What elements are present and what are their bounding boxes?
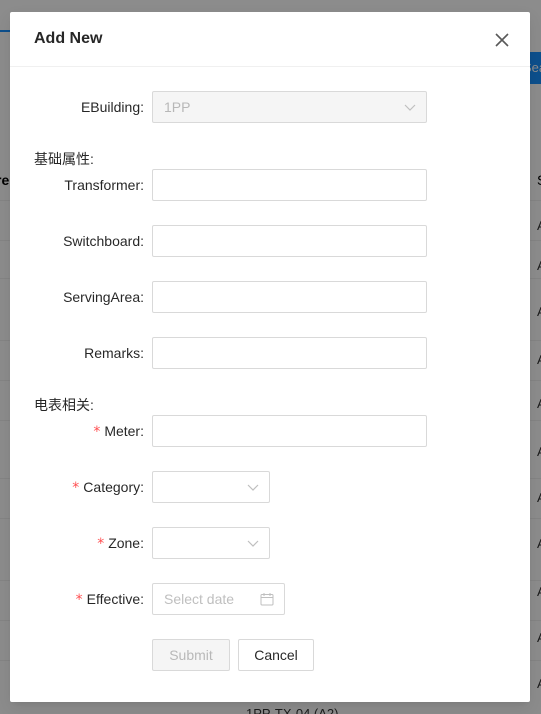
modal-title: Add New xyxy=(34,30,103,47)
section-basic-attributes: 基础属性: xyxy=(34,151,94,167)
switchboard-input[interactable] xyxy=(152,225,427,257)
serving-area-input[interactable] xyxy=(152,281,427,313)
ebuilding-row: EBuilding: 1PP xyxy=(10,91,530,123)
zone-select[interactable] xyxy=(152,527,270,559)
zone-row: * Zone: xyxy=(10,527,530,559)
chevron-down-icon xyxy=(247,484,259,491)
category-label: * Category: xyxy=(72,479,144,496)
form-actions: Submit Cancel xyxy=(10,639,530,671)
switchboard-label: Switchboard: xyxy=(63,233,144,249)
effective-date-picker[interactable]: Select date xyxy=(152,583,285,615)
serving-area-label: ServingArea: xyxy=(63,289,144,305)
ebuilding-label: EBuilding: xyxy=(80,99,144,115)
meter-row: * Meter: xyxy=(10,415,530,447)
modal-header: Add New xyxy=(10,12,530,67)
chevron-down-icon xyxy=(247,540,259,547)
required-mark: * xyxy=(93,424,101,440)
required-mark: * xyxy=(75,592,83,608)
transformer-input[interactable] xyxy=(152,169,427,201)
required-mark: * xyxy=(97,536,105,552)
close-button[interactable] xyxy=(490,28,514,52)
effective-date-placeholder: Select date xyxy=(164,591,235,607)
zone-label: * Zone: xyxy=(97,535,144,552)
remarks-row: Remarks: xyxy=(10,337,530,369)
meter-label: * Meter: xyxy=(93,423,144,440)
section-meter: 电表相关: xyxy=(34,397,94,413)
close-icon xyxy=(495,33,509,47)
add-new-modal: Add New EBuilding: 1PP 基础属性: Transformer… xyxy=(10,12,530,702)
effective-label: * Effective: xyxy=(75,591,144,608)
submit-button[interactable]: Submit xyxy=(152,639,230,671)
remarks-label: Remarks: xyxy=(84,345,144,361)
required-mark: * xyxy=(72,480,80,496)
category-select[interactable] xyxy=(152,471,270,503)
serving-area-row: ServingArea: xyxy=(10,281,530,313)
switchboard-row: Switchboard: xyxy=(10,225,530,257)
ebuilding-select-value: 1PP xyxy=(164,99,191,115)
remarks-input[interactable] xyxy=(152,337,427,369)
cancel-button[interactable]: Cancel xyxy=(238,639,314,671)
ebuilding-select[interactable]: 1PP xyxy=(152,91,427,123)
transformer-label: Transformer: xyxy=(64,177,144,193)
calendar-icon xyxy=(260,593,274,606)
category-row: * Category: xyxy=(10,471,530,503)
meter-input[interactable] xyxy=(152,415,427,447)
chevron-down-icon xyxy=(404,104,416,111)
effective-row: * Effective: Select date xyxy=(10,583,530,615)
transformer-row: Transformer: xyxy=(10,169,530,201)
